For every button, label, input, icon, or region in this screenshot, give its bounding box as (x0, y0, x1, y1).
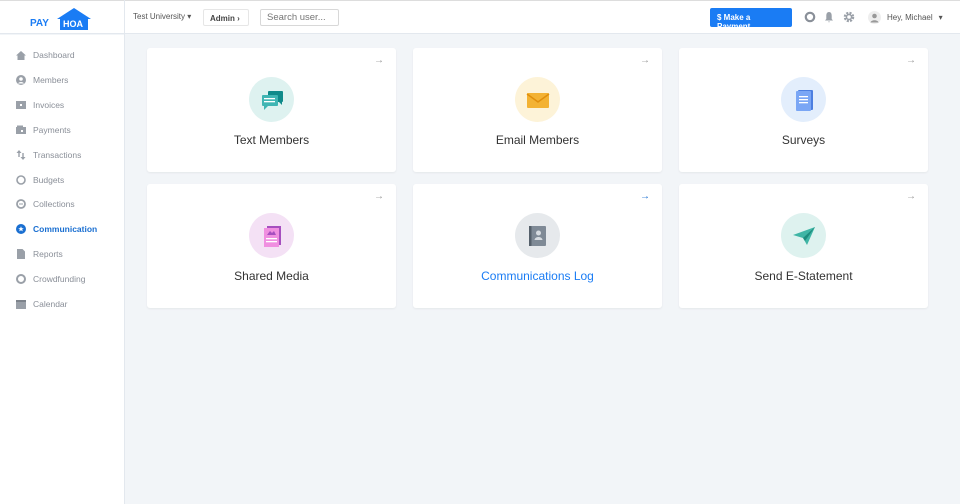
sidebar-item-label: Crowdfunding (33, 274, 86, 285)
user-greeting: Hey, Michael (887, 13, 933, 22)
calendar-icon (16, 300, 26, 309)
arrow-right-icon: → (640, 191, 650, 202)
sidebar-item-collections[interactable]: Collections (16, 197, 75, 211)
avatar-icon (868, 11, 881, 24)
invoice-icon (16, 100, 26, 109)
sidebar-divider (124, 0, 125, 504)
sidebar-item-members[interactable]: Members (16, 73, 68, 87)
sidebar-item-communication[interactable]: Communication (16, 222, 97, 236)
card-label: Send E-Statement (754, 269, 853, 283)
arrow-right-icon: → (906, 191, 916, 202)
envelope-icon (526, 92, 549, 108)
paper-plane-icon (792, 226, 815, 245)
chat-icon (261, 90, 283, 110)
media-icon (263, 225, 281, 247)
sidebar-item-crowdfunding[interactable]: Crowdfunding (16, 272, 85, 286)
sidebar: Dashboard Members Invoices Payments Transact… (0, 35, 124, 504)
search-input[interactable] (260, 9, 339, 26)
home-icon (16, 51, 26, 60)
sidebar-item-transactions[interactable]: Transactions (16, 148, 81, 162)
sidebar-item-label: Transactions (33, 149, 82, 160)
card-label: Surveys (781, 133, 826, 147)
card-shared-media[interactable]: → Shared Media (147, 184, 396, 308)
caret-down-icon: ▾ (187, 12, 192, 21)
gear-icon[interactable] (843, 11, 855, 23)
card-icon-circle (781, 213, 826, 258)
make-payment-button[interactable]: $ Make a Payment (710, 8, 792, 31)
sidebar-item-label: Dashboard (33, 50, 75, 60)
collections-icon (16, 199, 26, 210)
card-label: Email Members (495, 133, 580, 147)
svg-text:PAY: PAY (30, 18, 49, 29)
sidebar-item-label: Reports (33, 249, 63, 260)
card-label: Shared Media (234, 269, 309, 283)
card-icon-circle (781, 77, 826, 122)
card-send-e-statement[interactable]: → Send E-Statement (679, 184, 928, 308)
sidebar-item-label: Invoices (33, 99, 65, 110)
bell-icon[interactable] (823, 11, 835, 23)
card-label: Communications Log (481, 269, 594, 283)
sidebar-item-label: Calendar (33, 299, 68, 309)
ring-icon (16, 274, 26, 285)
card-communications-log[interactable]: → Communications Log (413, 184, 662, 308)
arrows-icon (16, 149, 26, 160)
sidebar-item-label: Collections (33, 199, 75, 210)
user-menu[interactable]: Hey, Michael ▾ (868, 11, 943, 24)
card-text-members[interactable]: → Text Members (147, 48, 396, 172)
sidebar-item-budgets[interactable]: Budgets (16, 173, 64, 187)
sidebar-item-payments[interactable]: Payments (16, 123, 71, 137)
card-icon-circle (515, 213, 560, 258)
sidebar-item-calendar[interactable]: Calendar (16, 297, 68, 311)
sidebar-item-reports[interactable]: Reports (16, 247, 63, 261)
circle-icon (16, 174, 26, 185)
card-surveys[interactable]: → Surveys (679, 48, 928, 172)
sidebar-item-dashboard[interactable]: Dashboard (16, 48, 75, 62)
org-name: Test University (133, 12, 186, 21)
file-icon (17, 249, 25, 260)
organization-dropdown[interactable]: Test University ▾ (133, 12, 191, 21)
contact-book-icon (528, 225, 546, 246)
top-bar: PAY HOA Test University ▾ Admin › $ Make… (0, 0, 960, 34)
card-email-members[interactable]: → Email Members (413, 48, 662, 172)
user-icon (16, 74, 26, 85)
wallet-icon (16, 125, 26, 134)
arrow-right-icon: → (640, 55, 650, 66)
sidebar-item-label: Members (33, 74, 69, 85)
svg-text:HOA: HOA (63, 19, 84, 29)
admin-button[interactable]: Admin › (203, 9, 249, 26)
help-lifebuoy-icon[interactable] (804, 11, 816, 23)
card-icon-circle (249, 77, 294, 122)
clipboard-icon (795, 89, 813, 111)
arrow-right-icon: → (374, 55, 384, 66)
caret-down-icon: ▾ (938, 13, 943, 22)
card-icon-circle (249, 213, 294, 258)
arrow-right-icon: → (906, 55, 916, 66)
sidebar-item-label: Payments (33, 124, 71, 135)
sidebar-item-label: Budgets (33, 174, 65, 185)
star-icon (16, 224, 26, 235)
payhoa-logo[interactable]: PAY HOA (30, 7, 92, 31)
sidebar-item-label: Communication (33, 224, 98, 235)
card-label: Text Members (233, 133, 310, 147)
sidebar-item-invoices[interactable]: Invoices (16, 98, 64, 112)
arrow-right-icon: → (374, 191, 384, 202)
card-icon-circle (515, 77, 560, 122)
